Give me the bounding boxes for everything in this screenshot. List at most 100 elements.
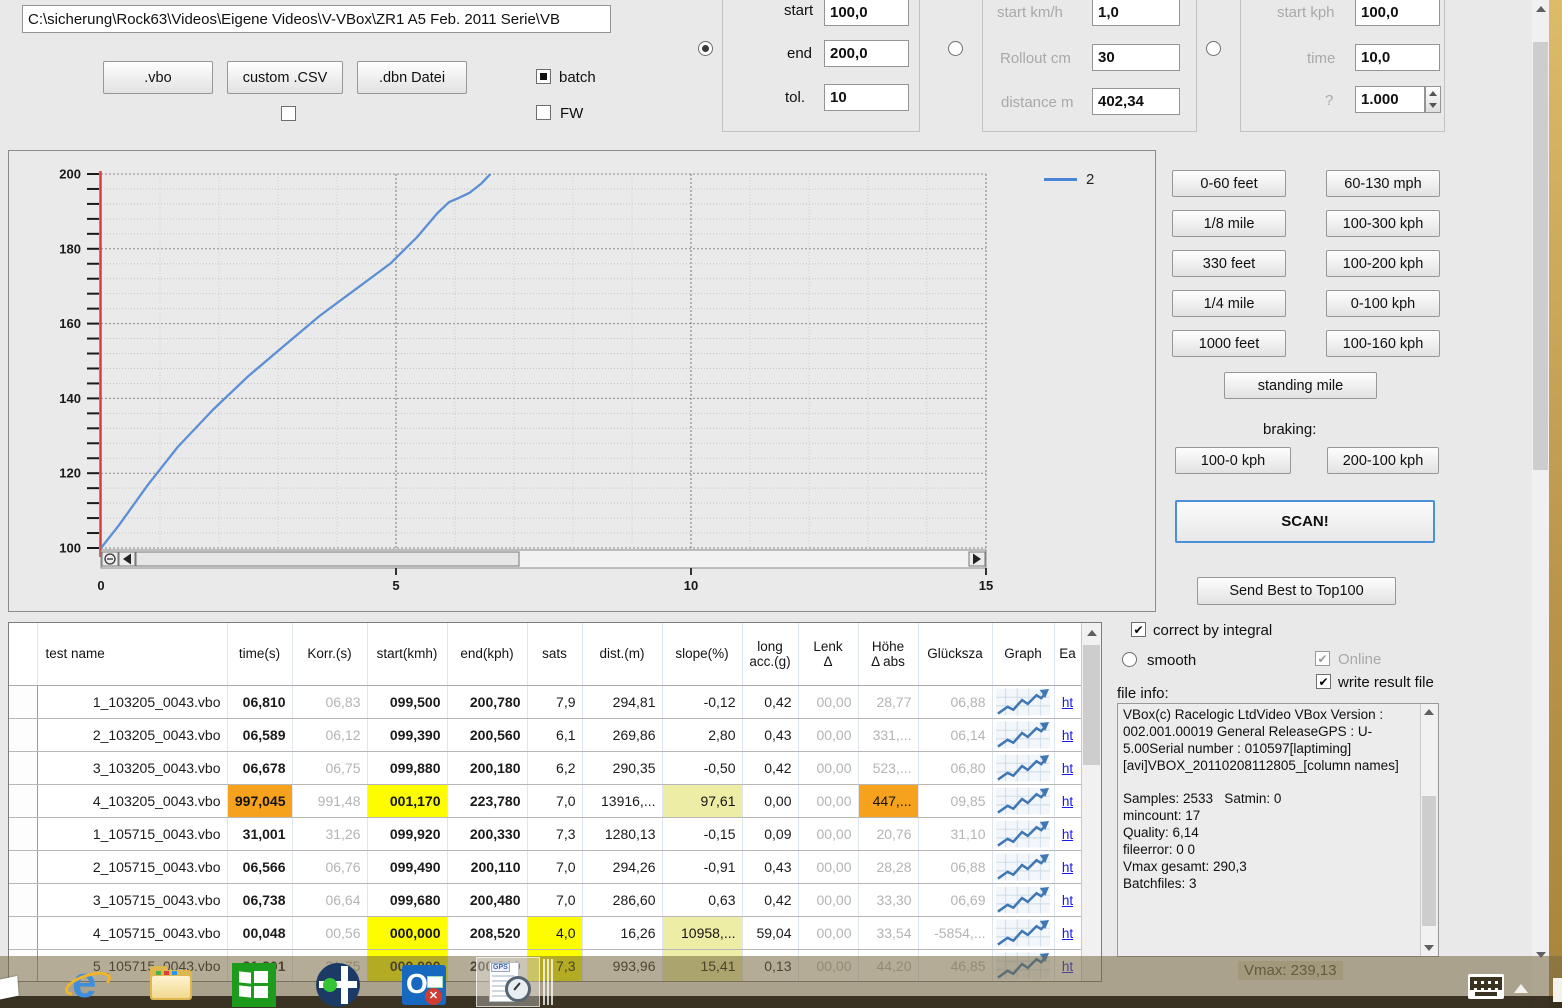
column-header-dist-m[interactable]: dist.(m) bbox=[582, 623, 662, 685]
cell-sats[interactable]: 7,0 bbox=[527, 850, 582, 883]
cell-glueck[interactable]: 06,80 bbox=[918, 751, 992, 784]
cell-slope[interactable]: 97,61 bbox=[662, 784, 742, 817]
table-row[interactable]: 4_105715_0043.vbo00,04800,56000,000208,5… bbox=[9, 916, 1081, 949]
row-selector-cell[interactable] bbox=[9, 751, 37, 784]
table-row[interactable]: 1_105715_0043.vbo31,00131,26099,920200,3… bbox=[9, 817, 1081, 850]
online-checkbox[interactable]: ✔ bbox=[1315, 651, 1330, 666]
q-spinner-buttons[interactable] bbox=[1425, 86, 1441, 113]
link-cell[interactable]: ht bbox=[1054, 817, 1081, 850]
perf-button-0-100-kph[interactable]: 0-100 kph bbox=[1326, 290, 1440, 317]
cell-glueck[interactable]: 31,10 bbox=[918, 817, 992, 850]
cell-name[interactable]: 3_103205_0043.vbo bbox=[37, 751, 227, 784]
cell-lenk[interactable]: 00,00 bbox=[798, 751, 858, 784]
link-cell[interactable]: ht bbox=[1054, 718, 1081, 751]
results-table[interactable]: test nametime(s)Korr.(s)start(kmh)end(kp… bbox=[9, 623, 1082, 982]
cell-acc[interactable]: 0,09 bbox=[742, 817, 798, 850]
graph-cell-icon[interactable] bbox=[992, 685, 1054, 718]
custom-csv-button[interactable]: custom .CSV bbox=[227, 61, 343, 94]
cell-dist[interactable]: 294,26 bbox=[582, 850, 662, 883]
column-header-time-s[interactable]: time(s) bbox=[227, 623, 292, 685]
result-link[interactable]: ht bbox=[1062, 827, 1073, 842]
distance-mode-radio[interactable] bbox=[948, 41, 963, 56]
row-selector-cell[interactable] bbox=[9, 817, 37, 850]
cell-time[interactable]: 06,566 bbox=[227, 850, 292, 883]
perf-button-0-60-feet[interactable]: 0-60 feet bbox=[1172, 170, 1286, 197]
row-selector-cell[interactable] bbox=[9, 685, 37, 718]
cell-name[interactable]: 4_103205_0043.vbo bbox=[37, 784, 227, 817]
perf-button-100-200-kph[interactable]: 100-200 kph bbox=[1326, 250, 1440, 277]
column-header-sats[interactable]: sats bbox=[527, 623, 582, 685]
tray-partial-icon[interactable] bbox=[1553, 978, 1562, 1002]
table-row[interactable]: 2_103205_0043.vbo06,58906,12099,390200,5… bbox=[9, 718, 1081, 751]
cell-hoehe[interactable]: 28,77 bbox=[858, 685, 918, 718]
cell-end[interactable]: 200,110 bbox=[447, 850, 527, 883]
cell-dist[interactable]: 16,26 bbox=[582, 916, 662, 949]
cell-korr[interactable]: 00,56 bbox=[292, 916, 367, 949]
start-input[interactable] bbox=[824, 0, 909, 26]
cell-lenk[interactable]: 00,00 bbox=[798, 916, 858, 949]
cell-sats[interactable]: 7,0 bbox=[527, 883, 582, 916]
cell-slope[interactable]: 2,80 bbox=[662, 718, 742, 751]
cell-korr[interactable]: 31,26 bbox=[292, 817, 367, 850]
cell-dist[interactable]: 286,60 bbox=[582, 883, 662, 916]
result-link[interactable]: ht bbox=[1062, 926, 1073, 941]
end-input[interactable] bbox=[824, 40, 909, 67]
cell-glueck[interactable]: -5854,... bbox=[918, 916, 992, 949]
windows-store-icon[interactable] bbox=[231, 962, 277, 1008]
cell-hoehe[interactable]: 447,... bbox=[858, 784, 918, 817]
link-cell[interactable]: ht bbox=[1054, 850, 1081, 883]
row-selector-cell[interactable] bbox=[9, 784, 37, 817]
cell-lenk[interactable]: 00,00 bbox=[798, 850, 858, 883]
cell-slope[interactable]: -0,15 bbox=[662, 817, 742, 850]
file-path-input[interactable] bbox=[22, 5, 611, 33]
link-cell[interactable]: ht bbox=[1054, 883, 1081, 916]
column-header-end-kph[interactable]: end(kph) bbox=[447, 623, 527, 685]
cell-lenk[interactable]: 00,00 bbox=[798, 685, 858, 718]
cell-hoehe[interactable]: 33,30 bbox=[858, 883, 918, 916]
table-scroll-thumb[interactable] bbox=[1083, 645, 1100, 765]
file-explorer-icon[interactable] bbox=[148, 962, 194, 1008]
cell-hoehe[interactable]: 331,... bbox=[858, 718, 918, 751]
cell-acc[interactable]: 59,04 bbox=[742, 916, 798, 949]
rollout-input[interactable] bbox=[1092, 44, 1180, 71]
show-hidden-icons-icon[interactable] bbox=[1514, 984, 1528, 993]
cell-dist[interactable]: 294,81 bbox=[582, 685, 662, 718]
table-row[interactable]: 4_103205_0043.vbo997,045991,48001,170223… bbox=[9, 784, 1081, 817]
column-header-test-name[interactable]: test name bbox=[37, 623, 227, 685]
cell-name[interactable]: 4_105715_0043.vbo bbox=[37, 916, 227, 949]
graph-cell-icon[interactable] bbox=[992, 916, 1054, 949]
result-link[interactable]: ht bbox=[1062, 893, 1073, 908]
cell-hoehe[interactable]: 523,... bbox=[858, 751, 918, 784]
send-best-button[interactable]: Send Best to Top100 bbox=[1197, 577, 1396, 605]
speed-chart[interactable]: 100120140160180200051015 bbox=[9, 151, 1155, 611]
cell-hoehe[interactable]: 20,76 bbox=[858, 817, 918, 850]
cell-dist[interactable]: 269,86 bbox=[582, 718, 662, 751]
cell-dist[interactable]: 1280,13 bbox=[582, 817, 662, 850]
cell-time[interactable]: 997,045 bbox=[227, 784, 292, 817]
result-link[interactable]: ht bbox=[1062, 695, 1073, 710]
window-scroll-thumb[interactable] bbox=[1533, 42, 1548, 470]
cell-acc[interactable]: 0,42 bbox=[742, 685, 798, 718]
cell-glueck[interactable]: 06,88 bbox=[918, 850, 992, 883]
range-mode-radio[interactable] bbox=[698, 41, 713, 56]
cell-start[interactable]: 099,500 bbox=[367, 685, 447, 718]
cell-acc[interactable]: 0,42 bbox=[742, 883, 798, 916]
outlook-icon[interactable]: O ✕ bbox=[401, 962, 447, 1008]
batch-checkbox[interactable] bbox=[536, 69, 551, 84]
cell-start[interactable]: 099,390 bbox=[367, 718, 447, 751]
cell-korr[interactable]: 06,76 bbox=[292, 850, 367, 883]
file-info-scrollbar[interactable] bbox=[1420, 704, 1437, 956]
start-kmh-input[interactable] bbox=[1092, 0, 1180, 26]
cell-time[interactable]: 06,589 bbox=[227, 718, 292, 751]
cell-glueck[interactable]: 06,69 bbox=[918, 883, 992, 916]
cell-korr[interactable]: 06,12 bbox=[292, 718, 367, 751]
graph-cell-icon[interactable] bbox=[992, 817, 1054, 850]
cell-end[interactable]: 200,180 bbox=[447, 751, 527, 784]
link-cell[interactable]: ht bbox=[1054, 751, 1081, 784]
result-link[interactable]: ht bbox=[1062, 761, 1073, 776]
perf-button-1-4-mile[interactable]: 1/4 mile bbox=[1172, 290, 1286, 317]
cell-end[interactable]: 200,560 bbox=[447, 718, 527, 751]
file-info-scroll-thumb[interactable] bbox=[1422, 796, 1436, 926]
cell-name[interactable]: 1_105715_0043.vbo bbox=[37, 817, 227, 850]
cell-sats[interactable]: 4,0 bbox=[527, 916, 582, 949]
